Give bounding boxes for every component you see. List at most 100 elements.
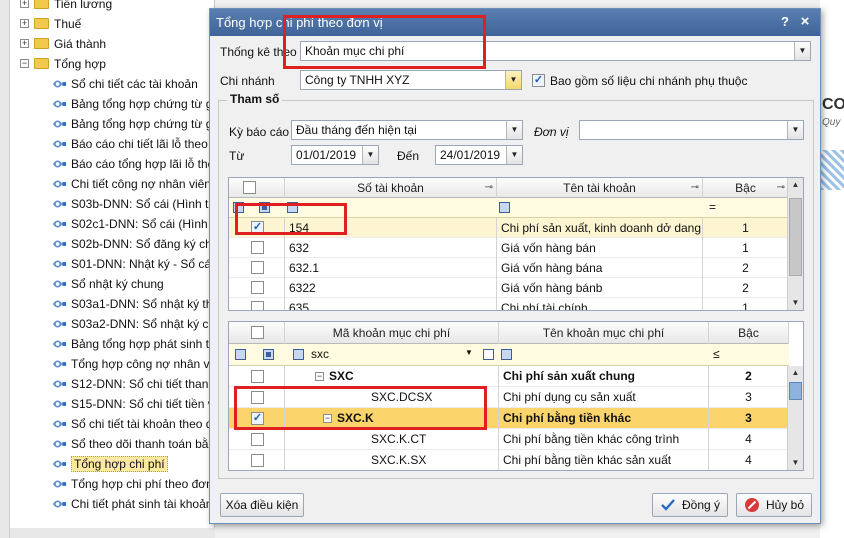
calendar-dropdown-icon[interactable]: ▼	[362, 146, 378, 164]
tree-report-item[interactable]: Tổng hợp chi phí theo đơn v	[52, 474, 222, 494]
clear-filter-icon[interactable]	[483, 349, 494, 360]
col-header-ma-khoan-muc[interactable]: Mã khoản mục chi phí	[285, 322, 499, 344]
tree-report-item[interactable]: S03a1-DNN: Sổ nhật ký thu	[52, 294, 219, 314]
filter-toggle-icon[interactable]	[235, 349, 246, 360]
don-vi-select[interactable]: ▼	[579, 120, 804, 140]
scroll-up-icon[interactable]: ▲	[788, 178, 803, 192]
tree-report-item[interactable]: Chi tiết công nợ nhân viên t	[52, 174, 218, 194]
tree-report-item[interactable]: Tổng hợp công nợ nhân viên	[52, 354, 226, 374]
col-header-bac[interactable]: Bậc ⊸	[703, 178, 789, 198]
tree-horizontal-scrollbar[interactable]	[10, 528, 215, 538]
row-checkbox[interactable]: ✓	[251, 221, 264, 234]
filter-mode-icon[interactable]	[259, 202, 270, 213]
filter-mode-icon[interactable]	[263, 349, 274, 360]
chevron-down-icon[interactable]: ▼	[505, 71, 521, 89]
tree-report-item[interactable]: S02b-DNN: Sổ đăng ký chứ	[52, 234, 220, 254]
close-button[interactable]: ×	[796, 13, 814, 31]
row-checkbox[interactable]	[251, 370, 264, 383]
account-row[interactable]: 635 Chi phí tài chính 1	[229, 298, 789, 310]
filter-ten-icon[interactable]	[501, 349, 512, 360]
row-checkbox[interactable]	[251, 433, 264, 446]
cost-item-row[interactable]: ✓ − SXC.K Chi phí bằng tiền khác 3	[229, 408, 789, 429]
tree-report-item[interactable]: S03b-DNN: Sổ cái (Hình thứ	[52, 194, 223, 214]
col-header-so-tai-khoan[interactable]: Số tài khoản ⊸	[285, 178, 497, 198]
chevron-down-icon[interactable]: ▼	[465, 348, 473, 357]
tree-report-item[interactable]: S12-DNN: Sổ chi tiết thanh	[52, 374, 215, 394]
collapse-icon[interactable]: −	[20, 59, 29, 68]
tree-report-item[interactable]: Sổ nhật ký chung	[52, 274, 164, 294]
xoa-dieu-kien-button[interactable]: Xóa điều kiện	[220, 493, 304, 517]
tree-report-item[interactable]: Sổ chi tiết tài khoản theo đố	[52, 414, 219, 434]
collapse-icon[interactable]: −	[315, 372, 324, 381]
expand-icon[interactable]: +	[20, 39, 29, 48]
tree-report-item[interactable]: Tổng hợp chi phí	[52, 454, 168, 474]
dialog-title-bar[interactable]: Tổng hợp chi phí theo đơn vị ? ×	[210, 9, 820, 36]
ky-bao-cao-select[interactable]: Đầu tháng đến hiện tại ▼	[291, 120, 523, 140]
pin-icon[interactable]: ⊸	[485, 178, 493, 198]
chevron-down-icon[interactable]: ▼	[506, 121, 522, 139]
tree-folder-tong-hop[interactable]: − Tổng hợp	[20, 54, 106, 74]
help-button[interactable]: ?	[776, 13, 794, 31]
chevron-down-icon[interactable]: ▼	[787, 121, 803, 139]
tree-report-item[interactable]: Báo cáo tổng hợp lãi lỗ theo	[52, 154, 221, 174]
col-header-bac[interactable]: Bậc	[709, 322, 789, 344]
tree-report-item[interactable]: Bảng tổng hợp chứng từ gốc	[52, 94, 225, 114]
select-all-checkbox[interactable]	[251, 326, 264, 339]
tree-vertical-scrollbar[interactable]	[0, 0, 10, 538]
tree-report-item[interactable]: Chi tiết phát sinh tài khoản t	[52, 494, 219, 514]
tu-date-input[interactable]: 01/01/2019 ▼	[291, 145, 379, 165]
huy-bo-button[interactable]: Hủy bỏ	[736, 493, 812, 517]
tree-folder-tien-luong[interactable]: + Tiền lương	[20, 0, 112, 14]
row-checkbox[interactable]: ✓	[251, 412, 264, 425]
cost-item-row[interactable]: − SXC Chi phí sản xuất chung 2	[229, 366, 789, 387]
filter-toggle-icon[interactable]	[233, 202, 244, 213]
chevron-down-icon[interactable]: ▼	[794, 42, 810, 60]
row-checkbox[interactable]	[251, 241, 264, 254]
row-checkbox[interactable]	[251, 281, 264, 294]
row-checkbox[interactable]	[251, 301, 264, 310]
row-checkbox[interactable]	[251, 391, 264, 404]
tree-report-item[interactable]: Báo cáo chi tiết lãi lỗ theo đ	[52, 134, 218, 154]
filter-ma-text[interactable]: sxc	[311, 347, 329, 361]
col-header-ten-khoan-muc[interactable]: Tên khoản mục chi phí	[499, 322, 709, 344]
cost-item-row[interactable]: SXC.K.SX Chi phí bằng tiền khác sản xuất 4	[229, 450, 789, 470]
tree-report-item[interactable]: Sổ theo dõi thanh toán bằng	[52, 434, 222, 454]
tree-report-item[interactable]: S02c1-DNN: Sổ cái (Hình th	[52, 214, 221, 234]
thong-ke-theo-select[interactable]: Khoản mục chi phí ▼	[300, 41, 811, 61]
account-grid-scrollbar[interactable]: ▲ ▼	[787, 178, 803, 310]
tree-report-item[interactable]: S15-DNN: Sổ chi tiết tiền va	[52, 394, 220, 414]
scroll-down-icon[interactable]: ▼	[788, 456, 803, 470]
scroll-up-icon[interactable]: ▲	[788, 366, 803, 380]
filter-so-icon[interactable]	[287, 202, 298, 213]
tree-folder-gia-thanh[interactable]: + Giá thành	[20, 34, 106, 54]
account-row[interactable]: 6322 Giá vốn hàng bánb 2	[229, 278, 789, 298]
account-row[interactable]: 632 Giá vốn hàng bán 1	[229, 238, 789, 258]
row-checkbox[interactable]	[251, 454, 264, 467]
row-checkbox[interactable]	[251, 261, 264, 274]
dong-y-button[interactable]: Đồng ý	[652, 493, 728, 517]
select-all-checkbox[interactable]	[243, 181, 256, 194]
tree-report-item[interactable]: Bảng tổng hợp phát sinh tài	[52, 334, 218, 354]
expand-icon[interactable]: +	[20, 0, 29, 8]
cost-item-row[interactable]: SXC.DCSX Chi phí dụng cụ sản xuất 3	[229, 387, 789, 408]
den-date-input[interactable]: 24/01/2019 ▼	[435, 145, 523, 165]
pin-icon[interactable]: ⊸	[691, 178, 699, 198]
tree-report-item[interactable]: Sổ chi tiết các tài khoản	[52, 74, 198, 94]
account-row[interactable]: ✓ 154 Chi phí sản xuất, kinh doanh dở dang…	[229, 218, 789, 238]
cost-item-row[interactable]: SXC.K.CT Chi phí bằng tiền khác công trìn…	[229, 429, 789, 450]
scroll-thumb[interactable]	[789, 198, 802, 276]
account-row[interactable]: 632.1 Giá vốn hàng bána 2	[229, 258, 789, 278]
bao-gom-checkbox[interactable]: ✓	[532, 74, 545, 87]
pin-icon[interactable]: ⊸	[777, 178, 785, 198]
filter-ten-icon[interactable]	[499, 202, 510, 213]
col-header-ten-tai-khoan[interactable]: Tên tài khoản ⊸	[497, 178, 703, 198]
collapse-icon[interactable]: −	[323, 414, 332, 423]
tree-folder-thue[interactable]: + Thuế	[20, 14, 81, 34]
filter-ma-icon[interactable]	[293, 349, 304, 360]
cost-item-grid-scrollbar[interactable]: ▲ ▼	[787, 366, 803, 470]
calendar-dropdown-icon[interactable]: ▼	[506, 146, 522, 164]
filter-eq-operator[interactable]: =	[709, 200, 716, 214]
tree-report-item[interactable]: Bảng tổng hợp chứng từ gốc	[52, 114, 225, 134]
expand-icon[interactable]: +	[20, 19, 29, 28]
scroll-thumb[interactable]	[789, 382, 802, 400]
